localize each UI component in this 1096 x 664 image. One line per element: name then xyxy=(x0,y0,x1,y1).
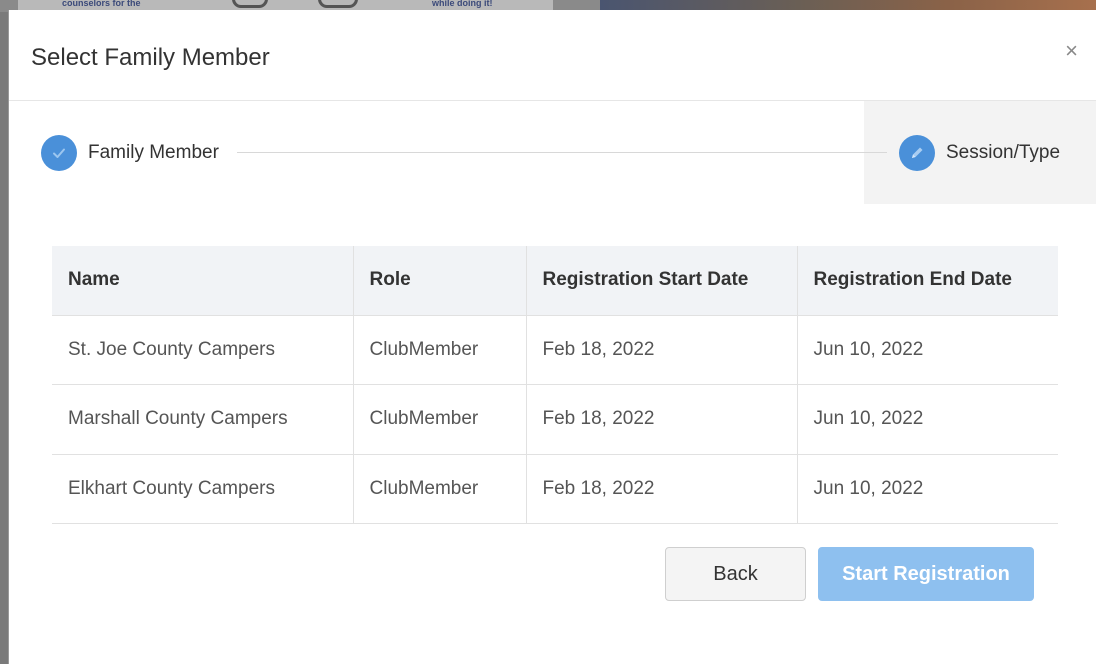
cell-end-date: Jun 10, 2022 xyxy=(797,315,1058,385)
modal-header: Select Family Member × xyxy=(9,10,1096,101)
cell-role: ClubMember xyxy=(353,454,527,524)
cell-start-date: Feb 18, 2022 xyxy=(526,454,798,524)
table-row[interactable]: Marshall County Campers ClubMember Feb 1… xyxy=(52,384,1058,455)
column-header-end-date: Registration End Date xyxy=(797,246,1058,316)
cell-role: ClubMember xyxy=(353,315,527,385)
cell-end-date: Jun 10, 2022 xyxy=(797,384,1058,455)
close-icon[interactable]: × xyxy=(1065,40,1078,62)
step-family-member: Family Member xyxy=(41,135,219,171)
modal-title: Select Family Member xyxy=(31,44,270,71)
background-graphic xyxy=(232,0,268,8)
cell-name: Elkhart County Campers xyxy=(52,454,354,524)
background-text: while doing it! xyxy=(432,0,493,8)
background-graphic xyxy=(318,0,358,8)
stepper: Family Member Session/Type xyxy=(9,101,1096,204)
cell-name: St. Joe County Campers xyxy=(52,315,354,385)
background-text: counselors for the xyxy=(62,0,141,8)
family-member-table: Name Role Registration Start Date Regist… xyxy=(52,246,1058,524)
step-label: Family Member xyxy=(88,142,219,163)
table-row[interactable]: St. Joe County Campers ClubMember Feb 18… xyxy=(52,315,1058,385)
cell-name: Marshall County Campers xyxy=(52,384,354,455)
back-button[interactable]: Back xyxy=(665,547,806,601)
step-connector xyxy=(237,152,887,153)
step-label: Session/Type xyxy=(946,142,1061,163)
column-header-role: Role xyxy=(353,246,527,316)
column-header-start-date: Registration Start Date xyxy=(526,246,798,316)
cell-end-date: Jun 10, 2022 xyxy=(797,454,1058,524)
step-session-type: Session/Type xyxy=(899,135,1060,171)
column-header-name: Name xyxy=(52,246,354,316)
start-registration-button[interactable]: Start Registration xyxy=(818,547,1034,601)
cell-role: ClubMember xyxy=(353,384,527,455)
cell-start-date: Feb 18, 2022 xyxy=(526,315,798,385)
pencil-icon xyxy=(899,135,935,171)
cell-start-date: Feb 18, 2022 xyxy=(526,384,798,455)
table-header-row: Name Role Registration Start Date Regist… xyxy=(52,246,1058,316)
check-icon xyxy=(41,135,77,171)
table-row[interactable]: Elkhart County Campers ClubMember Feb 18… xyxy=(52,454,1058,524)
select-family-member-modal: Select Family Member × Family Member Ses… xyxy=(8,10,1096,664)
